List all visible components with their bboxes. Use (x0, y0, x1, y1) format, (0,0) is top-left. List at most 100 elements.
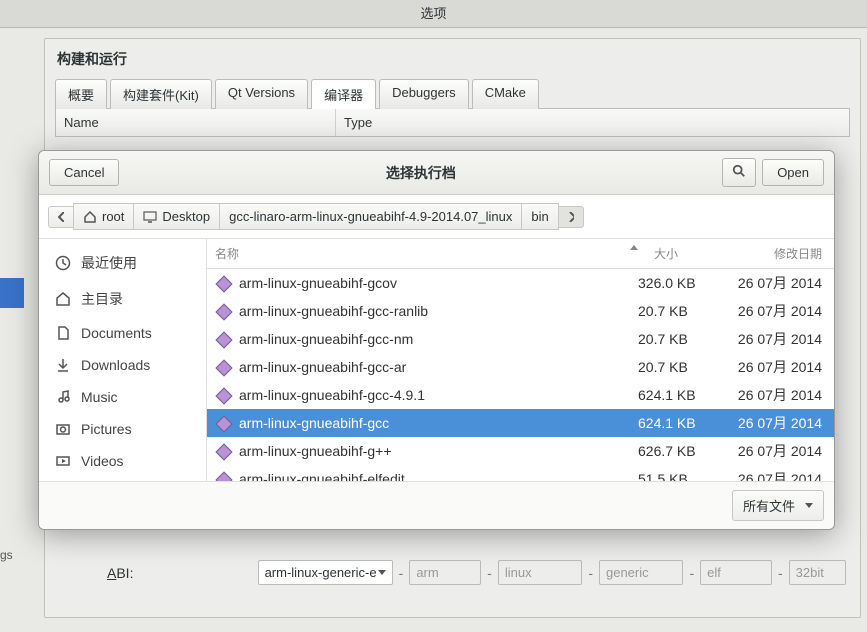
sort-asc-icon (630, 245, 638, 250)
sep: - (487, 565, 492, 581)
file-date: 26 07月 2014 (718, 273, 826, 293)
file-row[interactable]: arm-linux-gnueabihf-gcc-ranlib20.7 KB26 … (207, 297, 834, 325)
file-date: 26 07月 2014 (718, 469, 826, 481)
abi-format: elf (700, 560, 772, 585)
section-title: 构建和运行 (57, 49, 850, 69)
executable-icon (215, 387, 233, 403)
doc-icon (55, 325, 71, 341)
path-desktop[interactable]: Desktop (133, 203, 220, 230)
abi-width: 32bit (789, 560, 846, 585)
abi-arch: arm (409, 560, 481, 585)
file-size: 51.5 KB (638, 471, 718, 481)
sidebar-item-doc[interactable]: Documents (39, 317, 206, 349)
file-row[interactable]: arm-linux-gnueabihf-gcc-ar20.7 KB26 07月 … (207, 353, 834, 381)
file-size: 624.1 KB (638, 415, 718, 431)
file-name: arm-linux-gnueabihf-gcc (239, 415, 638, 431)
executable-icon (215, 415, 233, 431)
path-dir[interactable]: gcc-linaro-arm-linux-gnueabihf-4.9-2014.… (219, 203, 522, 230)
abi-label: ABI: (107, 565, 252, 581)
file-name: arm-linux-gnueabihf-gcc-ranlib (239, 303, 638, 319)
file-date: 26 07月 2014 (718, 329, 826, 349)
sidebar-item-down[interactable]: Downloads (39, 349, 206, 381)
abi-combo[interactable]: arm-linux-generic-e (258, 560, 393, 585)
tab-qt-versions[interactable]: Qt Versions (215, 79, 308, 109)
file-dialog: Cancel 选择执行档 Open root Desktop gcc-linar… (38, 150, 835, 530)
col-type[interactable]: Type (336, 109, 849, 136)
dialog-body: 最近使用主目录 Documents DownloadsMusic Pictures Vi… (39, 239, 834, 481)
sep: - (778, 565, 783, 581)
file-list[interactable]: arm-linux-gnueabihf-gcov326.0 KB26 07月 2… (207, 269, 834, 481)
abi-flavor: generic (599, 560, 683, 585)
filetype-filter-combo[interactable]: 所有文件 (732, 490, 824, 521)
file-row[interactable]: arm-linux-gnueabihf-gcc624.1 KB26 07月 20… (207, 409, 834, 437)
tab--[interactable]: 概要 (55, 79, 107, 109)
file-date: 26 07月 2014 (718, 357, 826, 377)
photo-icon (55, 421, 71, 437)
file-name: arm-linux-gnueabihf-g++ (239, 443, 638, 459)
file-row[interactable]: arm-linux-gnueabihf-gcc-4.9.1624.1 KB26 … (207, 381, 834, 409)
col-name-header[interactable]: 名称 (207, 239, 646, 268)
file-row[interactable]: arm-linux-gnueabihf-elfedit51.5 KB26 07月… (207, 465, 834, 481)
tab--[interactable]: 编译器 (311, 79, 376, 109)
down-icon (55, 357, 71, 373)
cancel-button[interactable]: Cancel (49, 159, 119, 186)
file-date: 26 07月 2014 (718, 301, 826, 321)
file-row[interactable]: arm-linux-gnueabihf-gcc-nm20.7 KB26 07月 … (207, 325, 834, 353)
executable-icon (215, 331, 233, 347)
home-icon (55, 291, 71, 307)
search-button[interactable] (722, 158, 756, 187)
sep: - (588, 565, 593, 581)
search-icon (732, 164, 746, 178)
file-size: 624.1 KB (638, 387, 718, 403)
file-row[interactable]: arm-linux-gnueabihf-g++626.7 KB26 07月 20… (207, 437, 834, 465)
sidebar-item-clock[interactable]: 最近使用 (39, 245, 206, 281)
sidebar-item-label: Pictures (81, 421, 132, 437)
music-icon (55, 389, 71, 405)
executable-icon (215, 443, 233, 459)
dialog-footer: 所有文件 (39, 481, 834, 529)
chevron-down-icon (805, 503, 813, 508)
file-size: 20.7 KB (638, 359, 718, 375)
sidebar-item-home[interactable]: 主目录 (39, 281, 206, 317)
tab--kit-[interactable]: 构建套件(Kit) (110, 79, 212, 109)
chevron-right-icon (568, 212, 574, 222)
sep: - (689, 565, 694, 581)
path-bin[interactable]: bin (521, 203, 558, 230)
col-date-header[interactable]: 修改日期 (726, 239, 834, 268)
open-button[interactable]: Open (762, 159, 824, 186)
file-list-header: 名称 大小 修改日期 (207, 239, 834, 269)
executable-icon (215, 303, 233, 319)
sidebar-item-photo[interactable]: Pictures (39, 413, 206, 445)
col-size-header[interactable]: 大小 (646, 239, 726, 268)
video-icon (55, 453, 71, 469)
file-date: 26 07月 2014 (718, 441, 826, 461)
path-back[interactable] (48, 206, 74, 228)
file-date: 26 07月 2014 (718, 413, 826, 433)
gs-label: gs (0, 548, 13, 562)
home-icon (83, 211, 97, 223)
bg-window-title: 选项 (0, 0, 867, 28)
path-root[interactable]: root (73, 203, 134, 230)
file-name: arm-linux-gnueabihf-gcov (239, 275, 638, 291)
clock-icon (55, 255, 71, 271)
tab-debuggers[interactable]: Debuggers (379, 79, 469, 109)
sidebar-item-label: 主目录 (81, 289, 123, 309)
file-size: 326.0 KB (638, 275, 718, 291)
col-name[interactable]: Name (56, 109, 336, 136)
sep: - (399, 565, 404, 581)
abi-row: ABI: arm-linux-generic-e - arm - linux -… (107, 560, 846, 585)
category-selection-accent (0, 278, 24, 308)
file-name: arm-linux-gnueabihf-gcc-4.9.1 (239, 387, 638, 403)
options-tabbar: 概要构建套件(Kit)Qt Versions编译器DebuggersCMake (55, 79, 850, 109)
path-forward[interactable] (558, 206, 584, 228)
desktop-icon (143, 211, 157, 223)
executable-icon (215, 471, 233, 481)
sidebar-item-music[interactable]: Music (39, 381, 206, 413)
sidebar-item-label: 最近使用 (81, 253, 137, 273)
sidebar-item-label: Documents (81, 325, 152, 341)
file-row[interactable]: arm-linux-gnueabihf-gcov326.0 KB26 07月 2… (207, 269, 834, 297)
file-name: arm-linux-gnueabihf-gcc-ar (239, 359, 638, 375)
tab-cmake[interactable]: CMake (472, 79, 539, 109)
sidebar-item-video[interactable]: Videos (39, 445, 206, 477)
abi-os: linux (498, 560, 582, 585)
